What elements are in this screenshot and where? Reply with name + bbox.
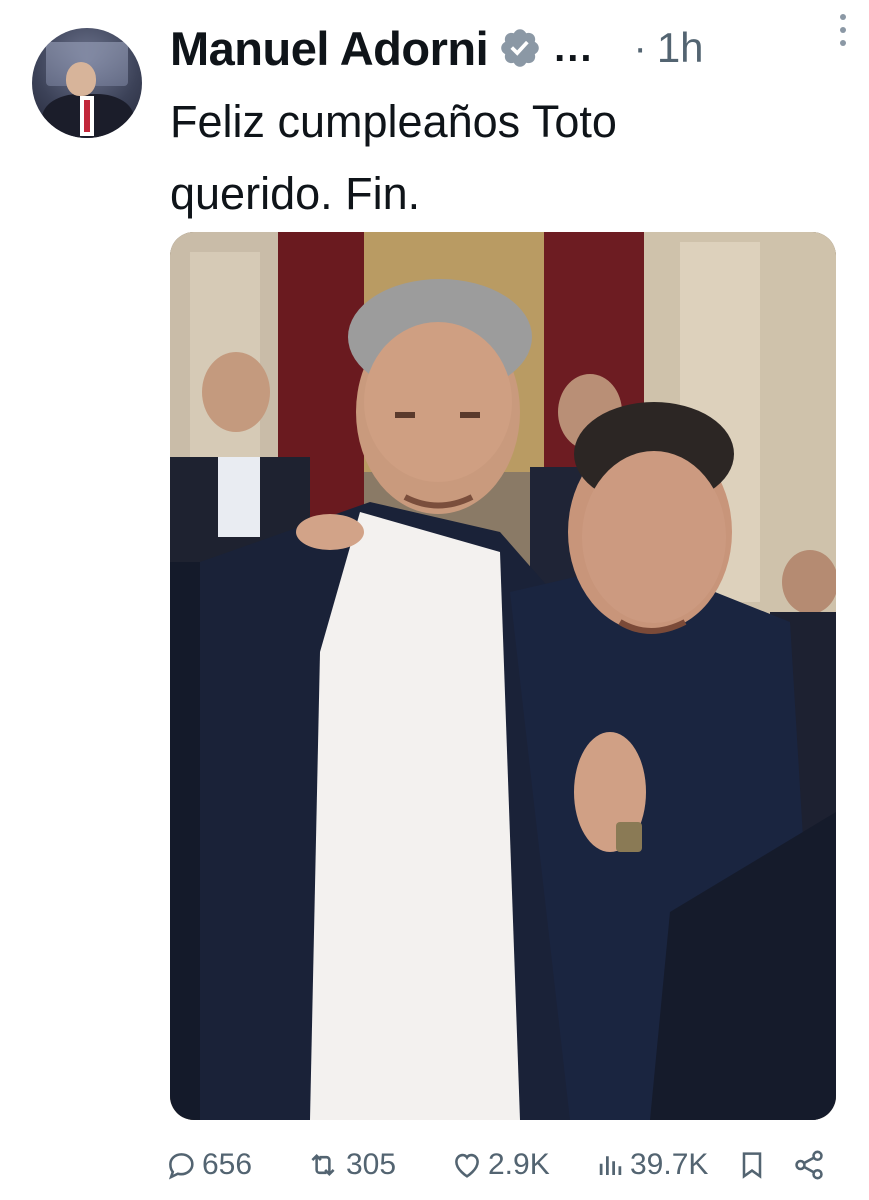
tweet[interactable]: Manuel Adorni ... · 1h Feliz cumpleaños …	[0, 0, 869, 1200]
reply-icon	[168, 1153, 194, 1180]
share-icon	[795, 1150, 823, 1180]
heart-icon	[455, 1153, 479, 1178]
avatar[interactable]	[32, 28, 142, 138]
tweet-actions: 656 305 2.9K 39.7K	[164, 1140, 844, 1190]
bookmark-icon	[742, 1152, 762, 1179]
author-display-name[interactable]: Manuel Adorni	[170, 21, 489, 76]
more-vertical-icon[interactable]	[837, 14, 849, 50]
reply-count: 656	[202, 1148, 253, 1181]
views-icon	[599, 1156, 622, 1175]
bookmark-button[interactable]	[736, 1140, 768, 1190]
tweet-timestamp[interactable]: 1h	[657, 24, 704, 72]
author-name-ellipsis: ...	[554, 25, 594, 70]
header-separator: ·	[633, 25, 647, 70]
tweet-header: Manuel Adorni ... · 1h	[170, 18, 840, 78]
like-count: 2.9K	[488, 1148, 550, 1181]
reply-button[interactable]: 656	[164, 1140, 252, 1190]
like-button[interactable]: 2.9K	[450, 1140, 550, 1190]
views-count: 39.7K	[630, 1148, 709, 1181]
tweet-text: Feliz cumpleaños Toto querido. Fin.	[170, 96, 617, 219]
share-button[interactable]	[792, 1140, 826, 1190]
repost-button[interactable]: 305	[304, 1140, 396, 1190]
repost-count: 305	[346, 1148, 397, 1181]
views-button[interactable]: 39.7K	[596, 1140, 708, 1190]
verified-badge-icon[interactable]	[498, 26, 542, 70]
avatar-face	[66, 62, 96, 96]
avatar-tie	[84, 100, 90, 132]
repost-icon	[311, 1153, 335, 1177]
photo-image	[170, 232, 836, 1120]
tweet-photo[interactable]	[170, 232, 836, 1120]
